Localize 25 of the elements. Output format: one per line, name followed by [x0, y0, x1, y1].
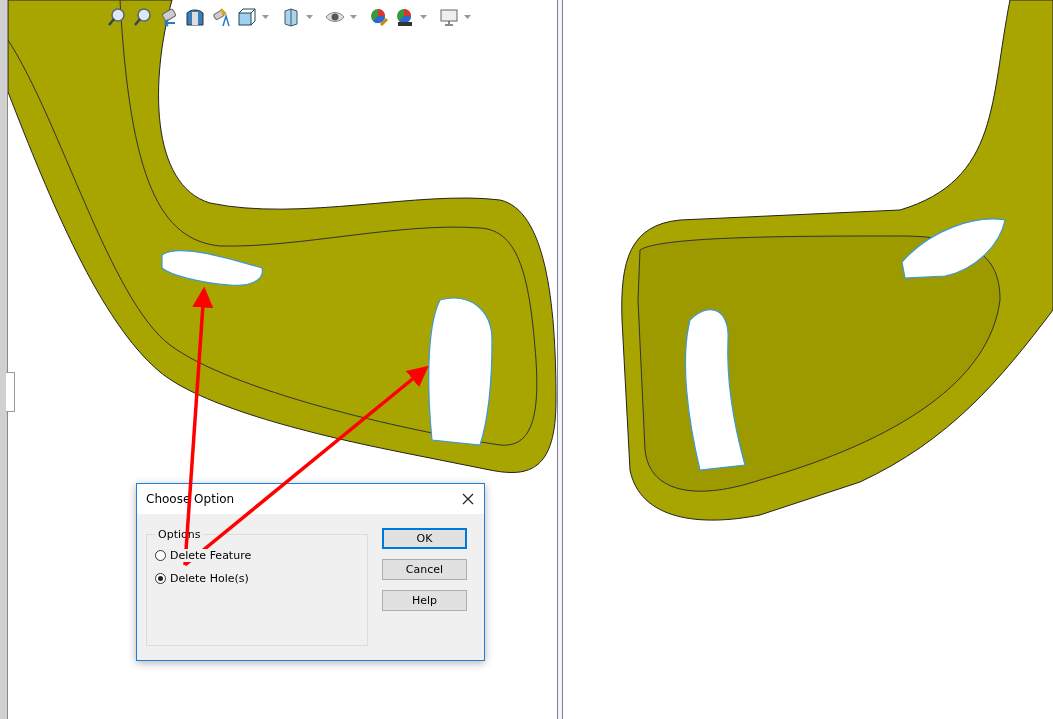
view-orientation-icon[interactable] — [237, 7, 257, 27]
view-settings-icon[interactable] — [439, 7, 459, 27]
caret-icon[interactable] — [350, 15, 357, 19]
panel-handle[interactable] — [6, 372, 15, 412]
edit-appearance-icon[interactable] — [369, 7, 389, 27]
annotation-view-icon[interactable] — [211, 7, 231, 27]
caret-icon[interactable] — [262, 15, 269, 19]
previous-view-icon[interactable] — [159, 7, 179, 27]
radio-button[interactable] — [155, 550, 166, 561]
dialog-button[interactable]: Help — [382, 590, 467, 611]
apply-scene-icon[interactable] — [395, 7, 415, 27]
zoom-fit-icon[interactable] — [107, 7, 127, 27]
option-label[interactable]: Delete Hole(s) — [170, 572, 249, 585]
dialog-button[interactable]: Cancel — [382, 559, 467, 580]
close-icon[interactable] — [462, 493, 474, 505]
radio-button[interactable] — [155, 573, 166, 584]
option-label[interactable]: Delete Feature — [170, 549, 252, 562]
section-view-icon[interactable] — [185, 7, 205, 27]
caret-icon[interactable] — [420, 15, 427, 19]
caret-icon[interactable] — [306, 15, 313, 19]
dialog-title: Choose Option — [146, 492, 235, 506]
zoom-area-icon[interactable] — [133, 7, 153, 27]
dialog-button[interactable]: OK — [382, 528, 467, 549]
caret-icon[interactable] — [464, 15, 471, 19]
display-style-icon[interactable] — [281, 7, 301, 27]
